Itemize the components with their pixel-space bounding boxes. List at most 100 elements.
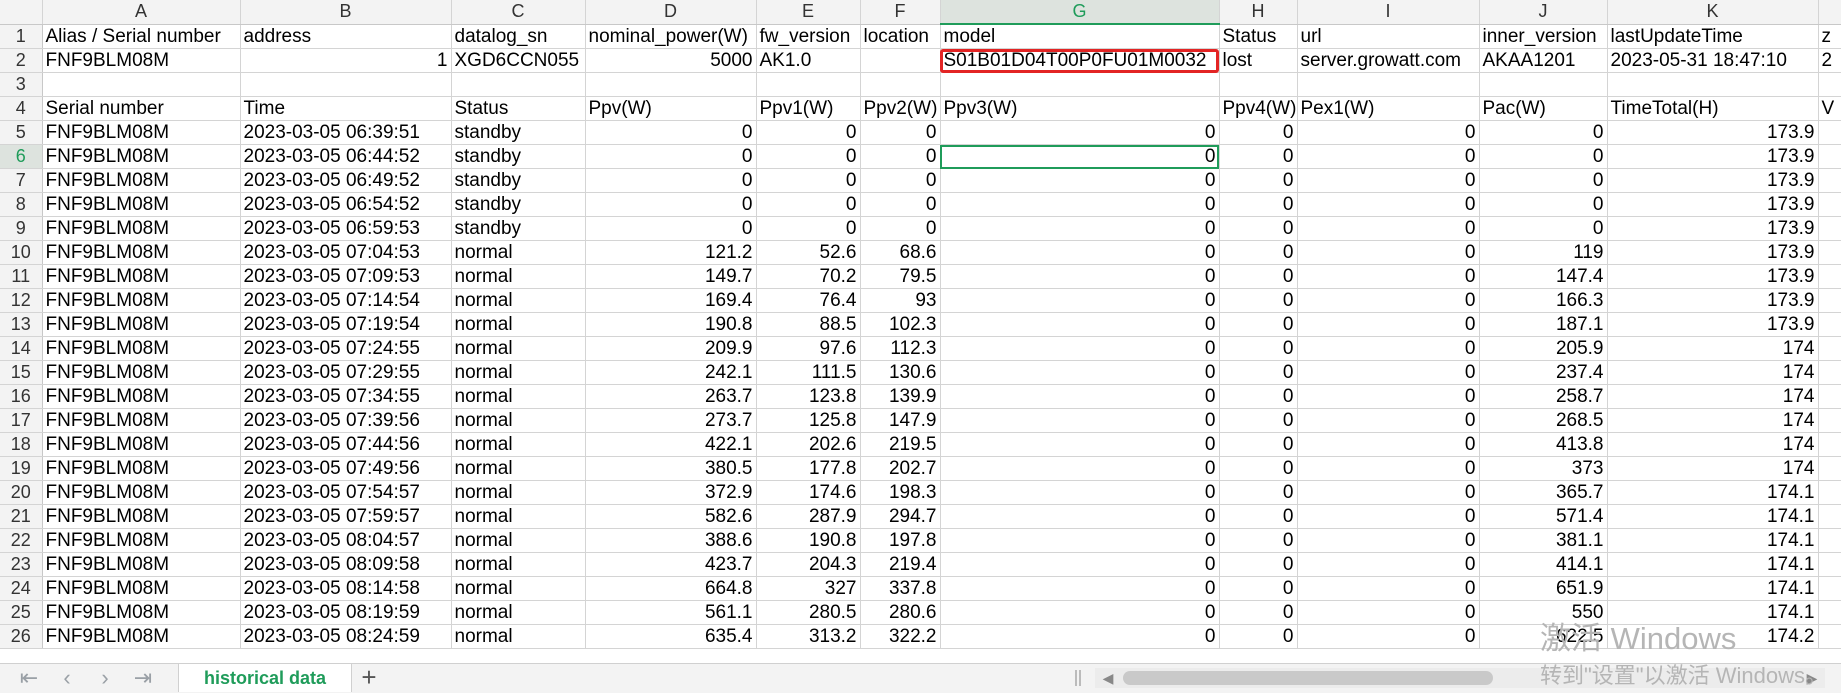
cell-C11[interactable]: normal [451,264,586,289]
cell-F26[interactable]: 322.2 [860,624,941,649]
cell-G15[interactable]: 0 [940,360,1220,385]
cell-D6[interactable]: 0 [585,144,757,169]
cell-G8[interactable]: 0 [940,192,1220,217]
last-sheet-icon[interactable]: ⇥ [128,666,158,690]
cell-L15[interactable] [1818,360,1841,385]
cell-J2[interactable]: AKAA1201 [1479,48,1608,73]
sheet-row-11[interactable]: 11 FNF9BLM08M 2023-03-05 07:09:53 normal 149… [0,264,1841,289]
cell-K23[interactable]: 174.1 [1607,552,1819,577]
cell-A15[interactable]: FNF9BLM08M [42,360,241,385]
cell-D23[interactable]: 423.7 [585,552,757,577]
cell-L23[interactable] [1818,552,1841,577]
column-header-J[interactable]: J [1479,0,1608,25]
sheet-tab-historical-data[interactable]: historical data [178,664,352,692]
sheet-row-1[interactable]: 1 Alias / Serial number address datalog_sn n… [0,24,1841,49]
cell-E14[interactable]: 97.6 [756,336,861,361]
cell-E3[interactable] [756,72,861,97]
cell-I3[interactable] [1297,72,1480,97]
cell-J15[interactable]: 237.4 [1479,360,1608,385]
cell-C3[interactable] [451,72,586,97]
cell-J20[interactable]: 365.7 [1479,480,1608,505]
column-header-row[interactable]: ABCDEFGHIJK [0,0,1841,25]
cell-I19[interactable]: 0 [1297,456,1480,481]
cell-J24[interactable]: 651.9 [1479,576,1608,601]
cell-G7[interactable]: 0 [940,168,1220,193]
row-header[interactable]: 19 [0,456,43,481]
row-header[interactable]: 17 [0,408,43,433]
cell-K24[interactable]: 174.1 [1607,576,1819,601]
cell-C8[interactable]: standby [451,192,586,217]
cell-B7[interactable]: 2023-03-05 06:49:52 [240,168,452,193]
cell-E11[interactable]: 70.2 [756,264,861,289]
cell-E24[interactable]: 327 [756,576,861,601]
cell-C23[interactable]: normal [451,552,586,577]
tab-splitter-handle[interactable] [1075,670,1081,686]
cell-H2[interactable]: lost [1219,48,1298,73]
cell-C13[interactable]: normal [451,312,586,337]
row-header[interactable]: 2 [0,48,43,73]
cell-G24[interactable]: 0 [940,576,1220,601]
cell-J12[interactable]: 166.3 [1479,288,1608,313]
cell-E7[interactable]: 0 [756,168,861,193]
cell-D2[interactable]: 5000 [585,48,757,73]
cell-B17[interactable]: 2023-03-05 07:39:56 [240,408,452,433]
cell-I8[interactable]: 0 [1297,192,1480,217]
cell-K3[interactable] [1607,72,1819,97]
cell-B14[interactable]: 2023-03-05 07:24:55 [240,336,452,361]
cell-E4[interactable]: Ppv1(W) [756,96,861,121]
cell-L25[interactable] [1818,600,1841,625]
cell-D4[interactable]: Ppv(W) [585,96,757,121]
cell-B4[interactable]: Time [240,96,452,121]
cell-H15[interactable]: 0 [1219,360,1298,385]
cell-A17[interactable]: FNF9BLM08M [42,408,241,433]
cell-I18[interactable]: 0 [1297,432,1480,457]
sheet-row-23[interactable]: 23 FNF9BLM08M 2023-03-05 08:09:58 normal 423… [0,552,1841,577]
cell-E22[interactable]: 190.8 [756,528,861,553]
cell-G23[interactable]: 0 [940,552,1220,577]
sheet-row-18[interactable]: 18 FNF9BLM08M 2023-03-05 07:44:56 normal 422… [0,432,1841,457]
cell-K4[interactable]: TimeTotal(H) [1607,96,1819,121]
cell-J6[interactable]: 0 [1479,144,1608,169]
cell-H10[interactable]: 0 [1219,240,1298,265]
cell-J16[interactable]: 258.7 [1479,384,1608,409]
cell-H16[interactable]: 0 [1219,384,1298,409]
cell-A21[interactable]: FNF9BLM08M [42,504,241,529]
row-header[interactable]: 7 [0,168,43,193]
sheet-row-22[interactable]: 22 FNF9BLM08M 2023-03-05 08:04:57 normal 388… [0,528,1841,553]
cell-D10[interactable]: 121.2 [585,240,757,265]
cell-A7[interactable]: FNF9BLM08M [42,168,241,193]
cell-D26[interactable]: 635.4 [585,624,757,649]
sheet-row-12[interactable]: 12 FNF9BLM08M 2023-03-05 07:14:54 normal 169… [0,288,1841,313]
cell-A26[interactable]: FNF9BLM08M [42,624,241,649]
cell-B8[interactable]: 2023-03-05 06:54:52 [240,192,452,217]
cell-L13[interactable] [1818,312,1841,337]
cell-J10[interactable]: 119 [1479,240,1608,265]
row-header[interactable]: 21 [0,504,43,529]
cell-D19[interactable]: 380.5 [585,456,757,481]
cell-L7[interactable] [1818,168,1841,193]
cell-F7[interactable]: 0 [860,168,941,193]
cell-L22[interactable] [1818,528,1841,553]
row-header[interactable]: 1 [0,24,43,49]
cell-C5[interactable]: standby [451,120,586,145]
cell-L14[interactable] [1818,336,1841,361]
sheet-row-4[interactable]: 4 Serial number Time Status Ppv(W) Ppv1(W) Ppv… [0,96,1841,121]
cell-E1[interactable]: fw_version [756,24,861,49]
cell-I15[interactable]: 0 [1297,360,1480,385]
cell-H11[interactable]: 0 [1219,264,1298,289]
cell-E8[interactable]: 0 [756,192,861,217]
cell-F3[interactable] [860,72,941,97]
cell-F17[interactable]: 147.9 [860,408,941,433]
row-header[interactable]: 4 [0,96,43,121]
sheet-row-21[interactable]: 21 FNF9BLM08M 2023-03-05 07:59:57 normal 582… [0,504,1841,529]
cell-K14[interactable]: 174 [1607,336,1819,361]
row-header[interactable]: 16 [0,384,43,409]
cell-B15[interactable]: 2023-03-05 07:29:55 [240,360,452,385]
cell-K7[interactable]: 173.9 [1607,168,1819,193]
cell-C26[interactable]: normal [451,624,586,649]
cell-E25[interactable]: 280.5 [756,600,861,625]
cell-G20[interactable]: 0 [940,480,1220,505]
cell-B18[interactable]: 2023-03-05 07:44:56 [240,432,452,457]
cell-H1[interactable]: Status [1219,24,1298,49]
cell-G22[interactable]: 0 [940,528,1220,553]
